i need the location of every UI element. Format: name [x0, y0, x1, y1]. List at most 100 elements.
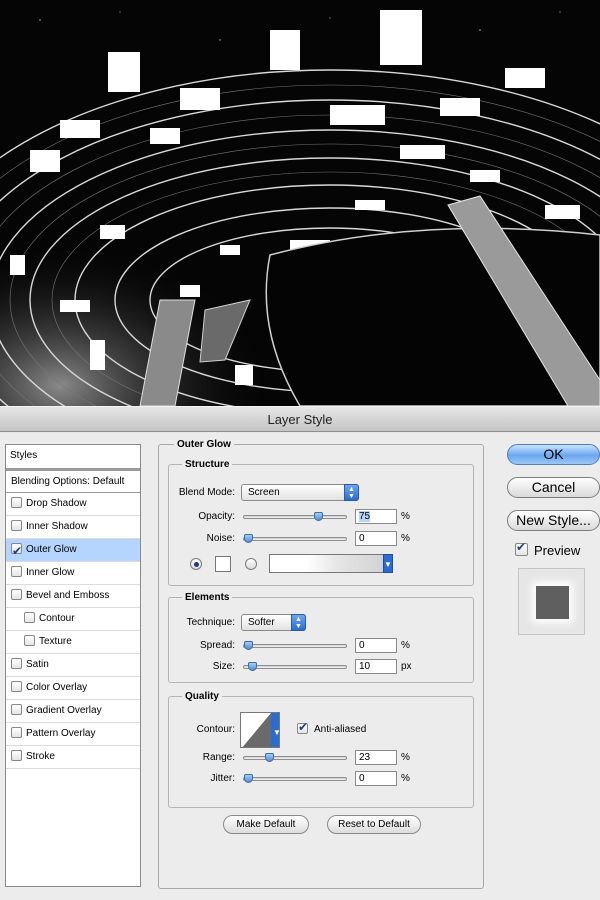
- styles-item-contour[interactable]: Contour: [6, 608, 140, 631]
- range-label: Range:: [202, 752, 235, 763]
- range-unit: %: [401, 752, 410, 763]
- styles-item-label: Satin: [26, 659, 49, 670]
- elements-group: Elements Technique: Softer ▲ ▼ Spread: 0 …: [168, 592, 474, 683]
- outer-glow-checkbox[interactable]: [11, 540, 22, 562]
- spread-slider[interactable]: [243, 641, 347, 650]
- opacity-unit: %: [401, 511, 410, 522]
- styles-item-inner-glow[interactable]: Inner Glow: [6, 562, 140, 585]
- select-arrows-icon: ▲ ▼: [344, 484, 359, 501]
- styles-item-color-overlay[interactable]: Color Overlay: [6, 677, 140, 700]
- preview-swatch: [536, 586, 569, 619]
- inner-glow-checkbox[interactable]: [11, 566, 22, 577]
- contour-checkbox[interactable]: [24, 612, 35, 623]
- range-slider-thumb[interactable]: [265, 753, 274, 762]
- noise-value: 0: [359, 533, 365, 544]
- blend-mode-select[interactable]: Screen ▲ ▼: [241, 484, 359, 501]
- opacity-input[interactable]: 75: [355, 509, 397, 524]
- opacity-label: Opacity:: [198, 511, 235, 522]
- glow-color-swatch[interactable]: [215, 556, 231, 572]
- styles-item-label: Pattern Overlay: [26, 728, 96, 739]
- spread-label: Spread:: [199, 640, 235, 651]
- gradient-radio[interactable]: [245, 558, 257, 570]
- color-overlay-checkbox[interactable]: [11, 681, 22, 692]
- texture-checkbox[interactable]: [24, 635, 35, 646]
- inner-shadow-checkbox[interactable]: [11, 520, 22, 531]
- styles-item-stroke[interactable]: Stroke: [6, 746, 140, 769]
- contour-preview-icon: ▼: [242, 713, 280, 747]
- styles-item-drop-shadow[interactable]: Drop Shadow: [6, 493, 140, 516]
- range-slider[interactable]: [243, 753, 347, 762]
- technique-select[interactable]: Softer ▲ ▼: [241, 614, 306, 631]
- styles-item-label: Gradient Overlay: [26, 705, 102, 716]
- new-style-button[interactable]: New Style...: [507, 510, 600, 531]
- make-default-button[interactable]: Make Default: [223, 815, 309, 834]
- satin-checkbox[interactable]: [11, 658, 22, 669]
- styles-item-blending-options[interactable]: Blending Options: Default: [6, 469, 140, 493]
- pattern-overlay-checkbox[interactable]: [11, 727, 22, 738]
- elements-title: Elements: [182, 592, 233, 603]
- styles-item-outer-glow[interactable]: Outer Glow: [6, 539, 140, 562]
- jitter-slider-thumb[interactable]: [244, 774, 253, 783]
- noise-slider[interactable]: [243, 534, 347, 543]
- noise-unit: %: [401, 533, 410, 544]
- blend-mode-label: Blend Mode:: [178, 487, 235, 498]
- drop-shadow-checkbox[interactable]: [11, 497, 22, 508]
- spread-slider-thumb[interactable]: [244, 641, 253, 650]
- gradient-overlay-checkbox[interactable]: [11, 704, 22, 715]
- styles-item-texture[interactable]: Texture: [6, 631, 140, 654]
- structure-title: Structure: [182, 459, 233, 470]
- range-value: 23: [359, 752, 371, 763]
- cancel-button[interactable]: Cancel: [507, 477, 600, 498]
- styles-item-label: Inner Glow: [26, 567, 75, 578]
- anti-aliased-label: Anti-aliased: [314, 724, 367, 735]
- styles-item-label: Contour: [39, 613, 75, 624]
- outer-glow-title: Outer Glow: [174, 439, 234, 450]
- opacity-slider[interactable]: [243, 512, 347, 521]
- dialog-title: Layer Style: [267, 412, 333, 427]
- jitter-value: 0: [359, 773, 365, 784]
- jitter-slider[interactable]: [243, 774, 347, 783]
- contour-picker[interactable]: ▼: [240, 712, 280, 748]
- anti-aliased-checkbox[interactable]: [297, 720, 308, 734]
- noise-slider-thumb[interactable]: [244, 534, 253, 543]
- style-preview-thumbnail: [518, 568, 585, 635]
- stroke-checkbox[interactable]: [11, 750, 22, 761]
- styles-item-label: Color Overlay: [26, 682, 88, 693]
- opacity-slider-thumb[interactable]: [314, 512, 323, 521]
- preview-checkbox[interactable]: [515, 540, 528, 556]
- styles-item-inner-shadow[interactable]: Inner Shadow: [6, 516, 140, 539]
- size-value: 10: [359, 661, 371, 672]
- blend-mode-value: Screen: [248, 487, 280, 498]
- styles-header[interactable]: Styles: [6, 445, 140, 469]
- spread-input[interactable]: 0: [355, 638, 397, 653]
- styles-item-label: Inner Shadow: [26, 521, 88, 532]
- quality-group: Quality Contour: ▼ Anti-aliased Range: 2…: [168, 691, 474, 808]
- outer-glow-panel: Outer Glow Structure Blend Mode: Screen …: [158, 439, 484, 889]
- size-unit: px: [401, 661, 412, 672]
- styles-item-satin[interactable]: Satin: [6, 654, 140, 677]
- styles-item-label: Texture: [39, 636, 72, 647]
- ok-button[interactable]: OK: [507, 444, 600, 465]
- size-input[interactable]: 10: [355, 659, 397, 674]
- styles-item-gradient-overlay[interactable]: Gradient Overlay: [6, 700, 140, 723]
- contour-label: Contour:: [196, 724, 235, 735]
- styles-item-pattern-overlay[interactable]: Pattern Overlay: [6, 723, 140, 746]
- bevel-and-emboss-checkbox[interactable]: [11, 589, 22, 600]
- glow-gradient-picker[interactable]: ▼: [269, 554, 393, 573]
- styles-item-bevel-and-emboss[interactable]: Bevel and Emboss: [6, 585, 140, 608]
- spread-value: 0: [359, 640, 365, 651]
- opacity-value: 75: [359, 511, 371, 522]
- range-input[interactable]: 23: [355, 750, 397, 765]
- reset-to-default-button[interactable]: Reset to Default: [327, 815, 421, 834]
- svg-text:▼: ▼: [273, 728, 280, 737]
- structure-group: Structure Blend Mode: Screen ▲ ▼ Opacity:…: [168, 459, 474, 586]
- size-slider-thumb[interactable]: [248, 662, 257, 671]
- size-slider[interactable]: [243, 662, 347, 671]
- dialog-title-bar[interactable]: Layer Style: [0, 406, 600, 432]
- noise-input[interactable]: 0: [355, 531, 397, 546]
- chevron-down-icon: ▼: [383, 554, 393, 573]
- jitter-input[interactable]: 0: [355, 771, 397, 786]
- technique-value: Softer: [248, 617, 275, 628]
- styles-item-label: Outer Glow: [26, 544, 77, 555]
- solid-color-radio[interactable]: [190, 558, 202, 570]
